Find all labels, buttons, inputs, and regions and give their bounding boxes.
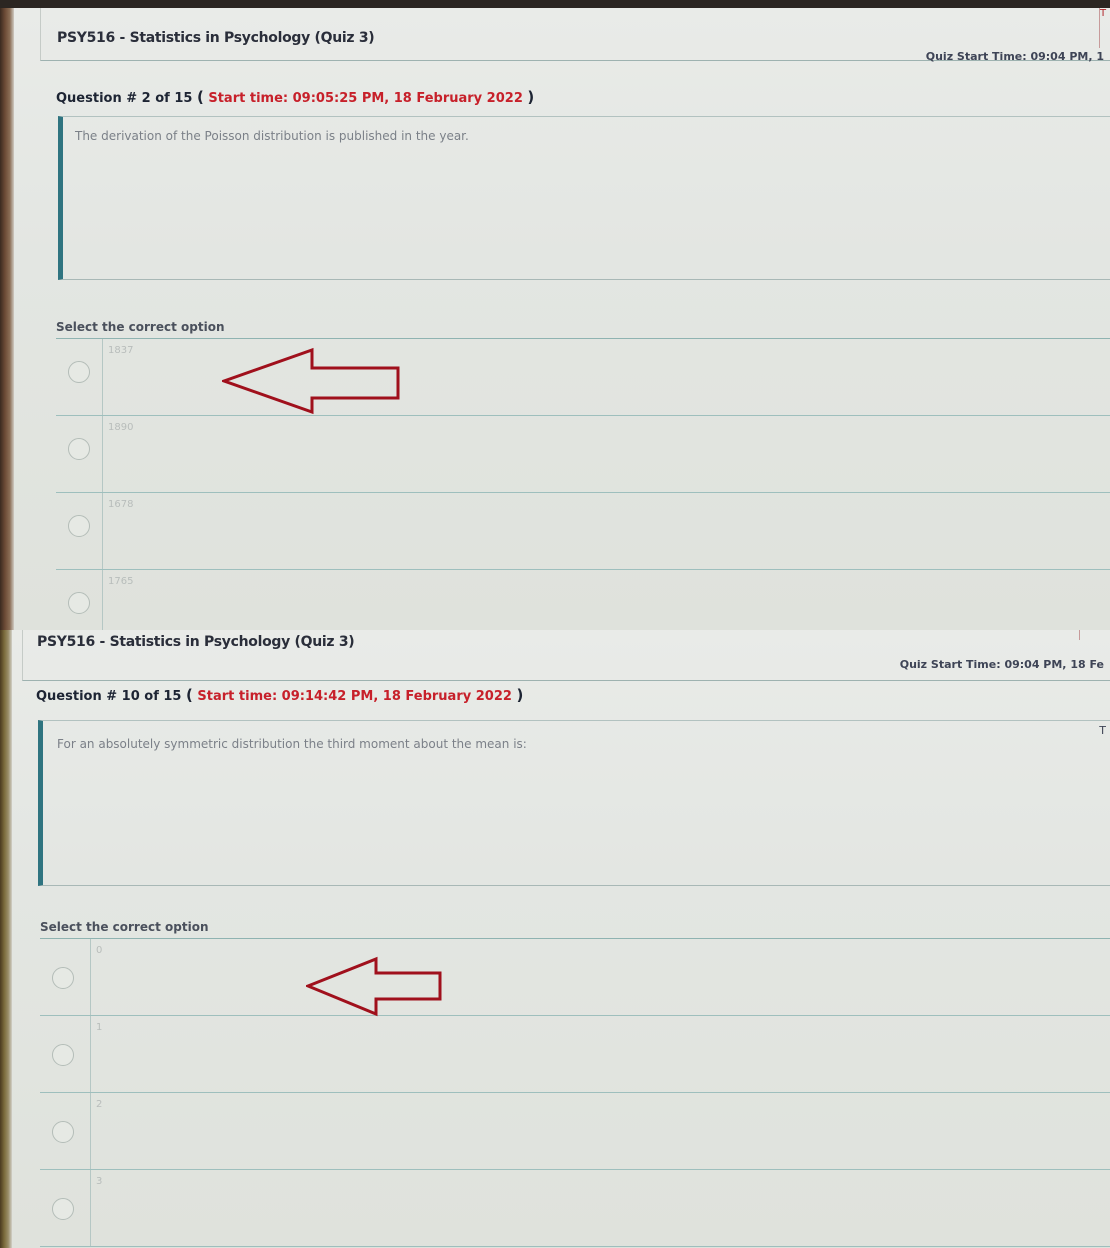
option-row[interactable]: 1765 bbox=[56, 570, 1110, 630]
quiz-header: PSY516 - Statistics in Psychology (Quiz … bbox=[40, 8, 1110, 63]
question-text: The derivation of the Poisson distributi… bbox=[75, 129, 469, 143]
option-row[interactable]: 0 bbox=[40, 939, 1110, 1016]
photo-edge bbox=[0, 8, 14, 630]
radio-icon[interactable] bbox=[68, 361, 90, 383]
course-title: PSY516 - Statistics in Psychology (Quiz … bbox=[37, 634, 355, 650]
photo-edge bbox=[0, 630, 12, 1248]
option-row[interactable]: 1890 bbox=[56, 416, 1110, 493]
option-text: 1765 bbox=[108, 576, 134, 587]
radio-icon[interactable] bbox=[52, 1198, 74, 1220]
question-text: For an absolutely symmetric distribution… bbox=[57, 737, 527, 751]
select-option-label: Select the correct option bbox=[56, 320, 225, 334]
option-text: 1678 bbox=[108, 499, 134, 510]
quiz-header: PSY516 - Statistics in Psychology (Quiz … bbox=[22, 630, 1110, 681]
question-box: For an absolutely symmetric distribution… bbox=[38, 720, 1110, 886]
question-start-time: Start time: 09:14:42 PM, 18 February 202… bbox=[197, 689, 512, 704]
options-list: 0 1 2 3 bbox=[40, 938, 1110, 1247]
option-row[interactable]: 1678 bbox=[56, 493, 1110, 570]
radio-icon[interactable] bbox=[68, 592, 90, 614]
option-text: 3 bbox=[96, 1176, 103, 1187]
timer-corner: T bbox=[1099, 8, 1110, 48]
option-text: 0 bbox=[96, 945, 103, 956]
quiz-screenshot-2: PSY516 - Statistics in Psychology (Quiz … bbox=[0, 630, 1110, 1248]
select-option-label: Select the correct option bbox=[40, 920, 209, 934]
option-row[interactable]: 1837 bbox=[56, 339, 1110, 416]
option-text: 1890 bbox=[108, 422, 134, 433]
quiz-start-time: Quiz Start Time: 09:04 PM, 18 Fe bbox=[899, 658, 1104, 671]
option-row[interactable]: 1 bbox=[40, 1016, 1110, 1093]
timer-corner: Time bbox=[1079, 630, 1110, 640]
option-text: 1 bbox=[96, 1022, 103, 1033]
option-text: 2 bbox=[96, 1099, 103, 1110]
question-box: The derivation of the Poisson distributi… bbox=[58, 116, 1110, 280]
radio-icon[interactable] bbox=[52, 1044, 74, 1066]
option-row[interactable]: 2 bbox=[40, 1093, 1110, 1170]
option-row[interactable]: 3 bbox=[40, 1170, 1110, 1247]
radio-icon[interactable] bbox=[52, 1121, 74, 1143]
course-title: PSY516 - Statistics in Psychology (Quiz … bbox=[57, 30, 375, 46]
radio-icon[interactable] bbox=[68, 438, 90, 460]
question-number: Question # 10 of 15 ( Start time: 09:14:… bbox=[36, 686, 524, 704]
radio-icon[interactable] bbox=[52, 967, 74, 989]
options-list: 1837 1890 1678 1765 bbox=[56, 338, 1110, 630]
question-start-time: Start time: 09:05:25 PM, 18 February 202… bbox=[208, 91, 523, 106]
quiz-start-time: Quiz Start Time: 09:04 PM, 1 bbox=[925, 50, 1104, 63]
option-text: 1837 bbox=[108, 345, 134, 356]
arrow-left-annotation-icon bbox=[222, 347, 400, 415]
arrow-left-annotation-icon bbox=[306, 956, 442, 1017]
quiz-screenshot-1: PSY516 - Statistics in Psychology (Quiz … bbox=[0, 8, 1110, 630]
question-number: Question # 2 of 15 ( Start time: 09:05:2… bbox=[56, 88, 535, 106]
radio-icon[interactable] bbox=[68, 515, 90, 537]
